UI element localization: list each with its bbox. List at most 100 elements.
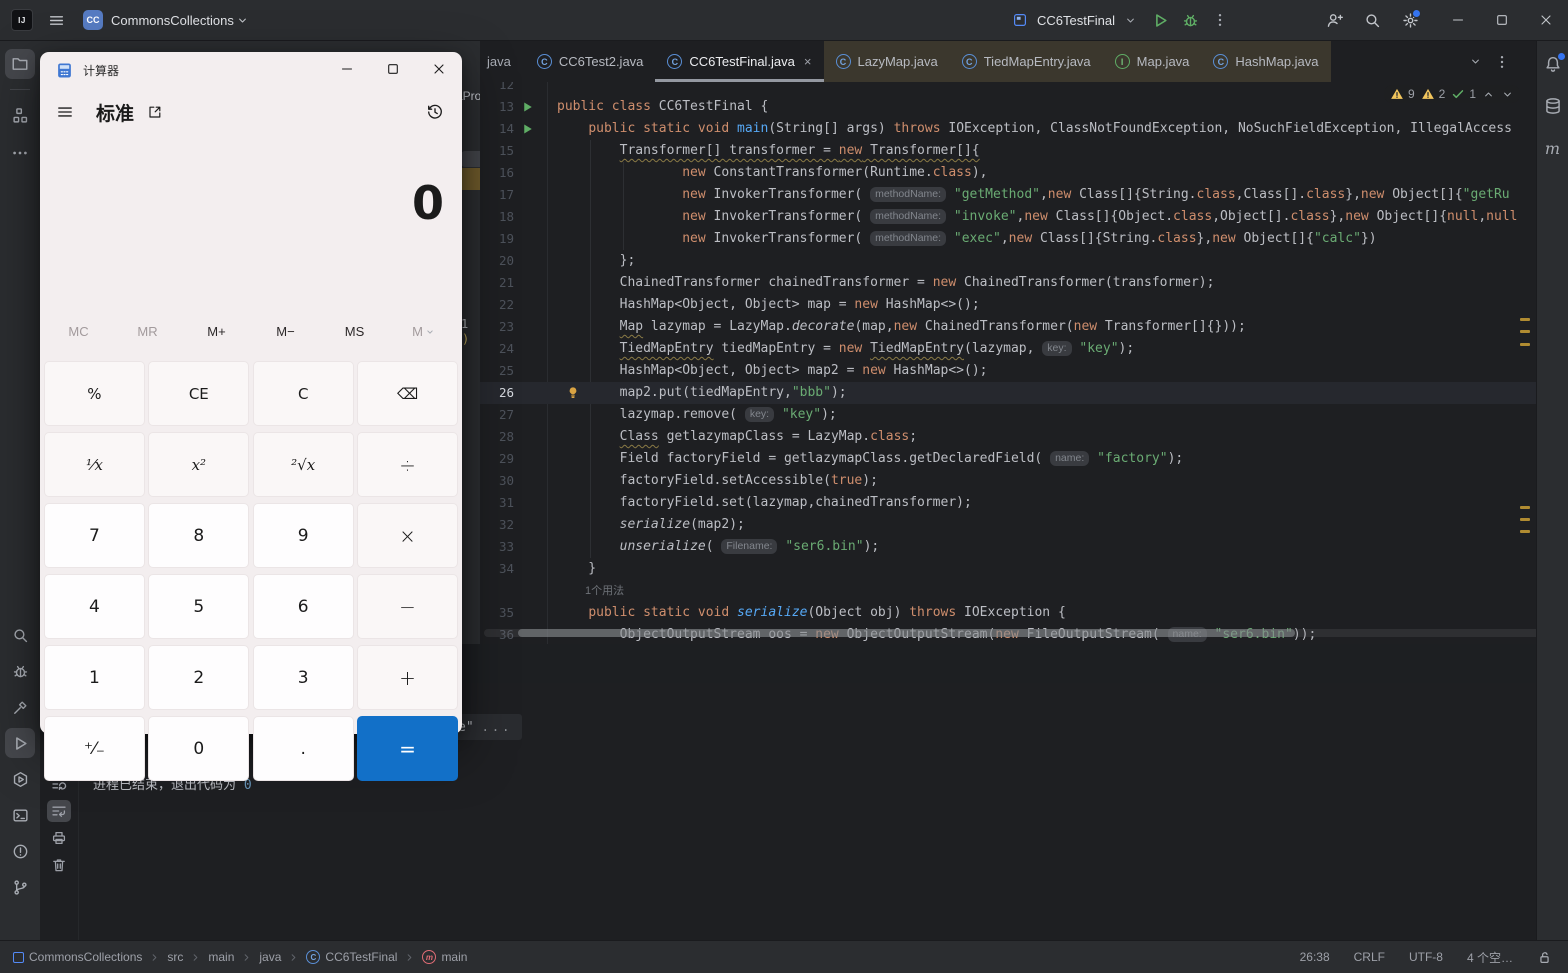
breadcrumb-item-java[interactable]: java [259,950,281,964]
run-line-icon[interactable] [522,123,534,135]
code-line-14[interactable]: 14 public static void main(String[] args… [480,118,1536,140]
calc-button-−[interactable]: − [357,574,458,639]
tab-cc6testfinal-java[interactable]: C CC6TestFinal.java × [655,41,824,82]
tab-close-icon[interactable]: × [804,54,812,69]
keep-on-top-icon[interactable] [138,96,172,128]
calculator-titlebar[interactable]: 计算器 [40,52,462,88]
code-line-26[interactable]: 26 map2.put(tiedMapEntry,"bbb"); [480,382,1536,404]
tab-hashmap-java[interactable]: C HashMap.java [1201,41,1331,82]
horizontal-scrollbar[interactable] [518,629,1295,637]
code-line-27[interactable]: 27 lazymap.remove( key: "key"); [480,404,1536,426]
sidebar-item-build[interactable] [5,692,35,722]
calc-button-⌫[interactable]: ⌫ [357,361,458,426]
main-menu-icon[interactable] [41,6,71,34]
code-line-12[interactable]: 12 [480,82,1536,96]
code-line-21[interactable]: 21 ChainedTransformer chainedTransformer… [480,272,1536,294]
calc-menu-icon[interactable] [48,96,82,128]
add-user-icon[interactable] [1318,6,1350,34]
search-everywhere-icon[interactable] [1356,6,1388,34]
code-line-19[interactable]: 19 new InvokerTransformer( methodName: "… [480,228,1536,250]
tab-tiedmapentry-java[interactable]: C TiedMapEntry.java [949,41,1103,82]
right-strip-maven[interactable]: m [1538,133,1568,163]
settings-icon[interactable] [1394,6,1426,34]
calc-button-5[interactable]: 5 [148,574,250,639]
calc-button-C[interactable]: C [252,361,354,426]
calc-button-2[interactable]: 2 [148,645,250,710]
inspections-widget[interactable]: 9 2 1 [1383,85,1520,103]
breadcrumb[interactable]: CommonsCollections src main java C CC6TestFin… [0,950,467,964]
code-line-18[interactable]: 18 new InvokerTransformer( methodName: "… [480,206,1536,228]
sidebar-item-version-control[interactable] [5,872,35,902]
history-icon[interactable] [418,96,452,128]
calc-button-+[interactable]: + [357,645,458,710]
code-line-34[interactable]: 34 } [480,558,1536,580]
run-config-chevron-icon[interactable] [1124,14,1137,27]
calc-button-6[interactable]: 6 [252,574,354,639]
tab-lazymap-java[interactable]: C LazyMap.java [823,41,950,82]
usage-hint[interactable]: 1个用法 [585,580,624,602]
calc-maximize-button[interactable] [370,52,416,86]
console-soft-wrap-icon[interactable] [47,800,71,822]
sidebar-item-terminal[interactable] [5,800,35,830]
calc-button-%[interactable]: % [44,361,145,426]
calc-button-.[interactable]: . [252,716,354,781]
calc-close-button[interactable] [416,52,462,86]
sidebar-item-services[interactable] [5,764,35,794]
code-line-15[interactable]: 15 Transformer[] transformer = new Trans… [480,140,1536,162]
calc-button-3[interactable]: 3 [252,645,354,710]
code-line-31[interactable]: 31 factoryField.set(lazymap,chainedTrans… [480,492,1536,514]
code-line-23[interactable]: 23 Map lazymap = LazyMap.decorate(map,ne… [480,316,1536,338]
breadcrumb-item-main[interactable]: main [208,950,234,964]
debug-button[interactable] [1182,12,1199,29]
calc-minimize-button[interactable] [324,52,370,86]
code-line-17[interactable]: 17 new InvokerTransformer( methodName: "… [480,184,1536,206]
sidebar-item-debug[interactable] [5,656,35,686]
tab-partial-label[interactable]: java [480,54,525,69]
calc-button-=[interactable]: = [357,716,458,781]
code-line-16[interactable]: 16 new ConstantTransformer(Runtime.class… [480,162,1536,184]
sidebar-item-project[interactable] [5,49,35,79]
window-minimize-button[interactable] [1436,0,1480,40]
tab-cc6test2-java[interactable]: C CC6Test2.java [525,41,656,82]
calc-button-²√x[interactable]: ²√x [252,432,354,497]
status-segment[interactable]: CRLF [1354,950,1385,964]
command-ellipsis[interactable]: ... [482,720,513,734]
calc-button-9[interactable]: 9 [252,503,354,568]
calc-button-0[interactable]: 0 [148,716,250,781]
window-close-button[interactable] [1524,0,1568,40]
calc-button-⁺⁄₋[interactable]: ⁺⁄₋ [44,716,145,781]
code-line-32[interactable]: 32 serialize(map2); [480,514,1536,536]
breadcrumb-item-src[interactable]: src [167,950,183,964]
breadcrumb-item-commonscollections[interactable]: CommonsCollections [13,950,142,964]
calc-button-÷[interactable]: ÷ [357,432,458,497]
calc-button-x²[interactable]: x² [148,432,250,497]
code-line-29[interactable]: 29 Field factoryField = getlazymapClass.… [480,448,1536,470]
code-line-24[interactable]: 24 TiedMapEntry tiedMapEntry = new TiedM… [480,338,1536,360]
code-line-25[interactable]: 25 HashMap<Object, Object> map2 = new Ha… [480,360,1536,382]
sidebar-item-more-tool-windows[interactable] [5,138,35,168]
code-line-13[interactable]: 13 public class CC6TestFinal { [480,96,1536,118]
calc-button-1[interactable]: 1 [44,645,145,710]
more-run-actions-icon[interactable] [1212,12,1228,28]
readonly-lock-icon[interactable] [1537,950,1552,965]
code-line-20[interactable]: 20 }; [480,250,1536,272]
code-line-22[interactable]: 22 HashMap<Object, Object> map = new Has… [480,294,1536,316]
tabs-more-icon[interactable] [1494,54,1510,70]
right-strip-notifications[interactable] [1538,49,1568,79]
run-button[interactable] [1152,12,1169,29]
calc-button-⅟x[interactable]: ⅟x [44,432,145,497]
calc-button-7[interactable]: 7 [44,503,145,568]
calc-button-CE[interactable]: CE [148,361,250,426]
tabs-chevron-icon[interactable] [1469,55,1482,68]
console-clear-all-icon[interactable] [47,854,71,876]
calc-button-4[interactable]: 4 [44,574,145,639]
usage-hint-row[interactable]: 1个用法 [480,580,1536,602]
right-strip-database[interactable] [1538,91,1568,121]
project-name[interactable]: CommonsCollections [111,13,234,28]
next-problem-icon[interactable] [1501,88,1514,101]
code-editor[interactable]: 12 13 public class CC6TestFinal {14 public… [480,82,1536,644]
prev-problem-icon[interactable] [1482,88,1495,101]
calc-button-×[interactable]: × [357,503,458,568]
sidebar-item-find[interactable] [5,620,35,650]
sidebar-item-structure[interactable] [5,100,35,130]
